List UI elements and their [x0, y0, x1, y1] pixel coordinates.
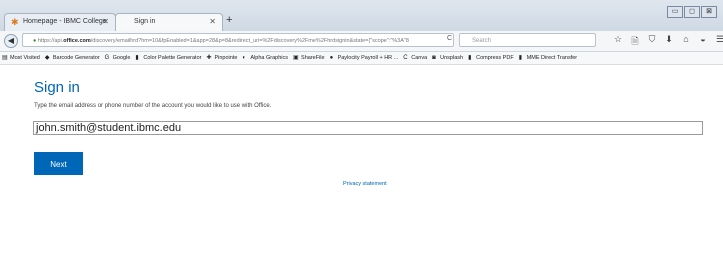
- bookmark-icon: ▤: [2, 55, 8, 61]
- tab-label: Homepage - IBMC College: [23, 18, 107, 25]
- bookmark-icon: ▮: [468, 55, 472, 61]
- window-controls: ▭ ◻ ⊠: [666, 6, 717, 18]
- next-button[interactable]: Next: [34, 152, 83, 175]
- bookmark-label: ShareFile: [301, 55, 325, 61]
- lock-icon: ●: [33, 38, 37, 44]
- sign-in-description: Type the email address or phone number o…: [34, 103, 272, 109]
- sync-icon[interactable]: ◒: [697, 34, 709, 50]
- reading-list-icon[interactable]: 🗎: [629, 34, 641, 50]
- url-domain: office.com: [63, 38, 91, 44]
- home-icon[interactable]: ⌂: [680, 34, 692, 50]
- reload-icon[interactable]: C: [447, 35, 452, 42]
- bookmark-label: Canva: [411, 55, 428, 61]
- bookmark-item[interactable]: ▤ Most Visited: [2, 52, 40, 64]
- bookmark-label: Color Palette Generator: [143, 55, 202, 61]
- bookmark-item[interactable]: G Google: [104, 52, 131, 64]
- bookmark-star-icon[interactable]: ☆: [612, 34, 624, 50]
- bookmark-icon: ▣: [293, 55, 299, 61]
- email-field[interactable]: john.smith@student.ibmc.edu: [33, 121, 703, 135]
- bookmark-icon: ▮: [135, 55, 139, 61]
- bookmark-item[interactable]: ● Paylocity Payroll + HR ...: [329, 52, 399, 64]
- bookmark-label: Google: [112, 55, 131, 61]
- minimize-button[interactable]: ▭: [667, 6, 683, 18]
- search-bar[interactable]: Search: [459, 33, 596, 47]
- bookmark-icon: ◙: [432, 55, 436, 61]
- bookmark-icon: ✚: [206, 55, 212, 61]
- bookmark-icon: C: [403, 55, 408, 61]
- bookmarks-bar: ▤ Most Visited ◆ Barcode Generator G Google ▮ C…: [0, 52, 723, 65]
- menu-icon[interactable]: ☰: [714, 34, 723, 50]
- bookmark-item[interactable]: ▣ ShareFile: [293, 52, 325, 64]
- bookmark-label: Compress PDF: [476, 55, 514, 61]
- bookmark-label: MME Direct Transfer: [526, 55, 578, 61]
- bookmark-item[interactable]: ◙ Unsplash: [432, 52, 464, 64]
- bookmark-label: Barcode Generator: [52, 55, 100, 61]
- bookmark-icon: ●: [329, 55, 334, 61]
- new-tab-button[interactable]: +: [226, 14, 232, 26]
- sign-in-page: Sign in Type the email address or phone …: [0, 66, 723, 266]
- bookmark-label: Pinpointe: [214, 55, 238, 61]
- pocket-icon[interactable]: ⛉: [646, 34, 658, 50]
- download-icon[interactable]: ⬇: [663, 34, 675, 50]
- bookmark-item[interactable]: ◆ Barcode Generator: [44, 52, 100, 64]
- tab-label: Sign in: [134, 18, 156, 25]
- privacy-statement-link[interactable]: Privacy statement: [343, 181, 387, 187]
- url-path: /discovery/emailhrd?hm=10&fpEnabled=1&ap…: [90, 38, 409, 44]
- toolbar-icons: ☆ 🗎 ⛉ ⬇ ⌂ ◒ ☰: [612, 34, 723, 50]
- url-bar[interactable]: ● https://api.office.com/discovery/email…: [22, 33, 454, 47]
- tab-homepage[interactable]: ✱ Homepage - IBMC College ✕: [4, 13, 116, 31]
- bookmark-label: Most Visited: [10, 55, 40, 61]
- close-icon[interactable]: ✕: [102, 17, 109, 26]
- bookmark-item[interactable]: ▮ Color Palette Generator: [135, 52, 202, 64]
- tab-sign-in[interactable]: Sign in ✕: [115, 13, 223, 32]
- close-window-button[interactable]: ⊠: [701, 6, 717, 18]
- bookmark-label: Unsplash: [440, 55, 464, 61]
- bookmark-item[interactable]: ◐ Alpha Graphics: [242, 52, 289, 64]
- bookmark-icon: ◐: [242, 55, 247, 61]
- bookmark-item[interactable]: ▮ MME Direct Transfer: [518, 52, 578, 64]
- browser-tab-bar: ✱ Homepage - IBMC College ✕ Sign in ✕ + …: [0, 0, 723, 32]
- bookmark-label: Alpha Graphics: [250, 55, 289, 61]
- bookmark-item[interactable]: ▮ Compress PDF: [468, 52, 514, 64]
- maximize-button[interactable]: ◻: [684, 6, 700, 18]
- bookmark-label: Paylocity Payroll + HR ...: [337, 55, 399, 61]
- url-prefix: https://api.: [37, 38, 64, 44]
- bookmark-icon: G: [104, 55, 110, 61]
- bookmark-item[interactable]: ✚ Pinpointe: [206, 52, 238, 64]
- bookmark-item[interactable]: C Canva: [403, 52, 428, 64]
- ibmc-icon: ✱: [11, 17, 19, 27]
- bookmark-icon: ◆: [44, 55, 50, 61]
- page-title: Sign in: [34, 79, 80, 96]
- close-icon[interactable]: ✕: [209, 17, 216, 26]
- navigation-bar: ◀ ● https://api.office.com/discovery/ema…: [0, 31, 723, 52]
- bookmark-icon: ▮: [518, 55, 522, 61]
- search-placeholder: Search: [472, 38, 492, 44]
- back-button[interactable]: ◀: [4, 34, 18, 48]
